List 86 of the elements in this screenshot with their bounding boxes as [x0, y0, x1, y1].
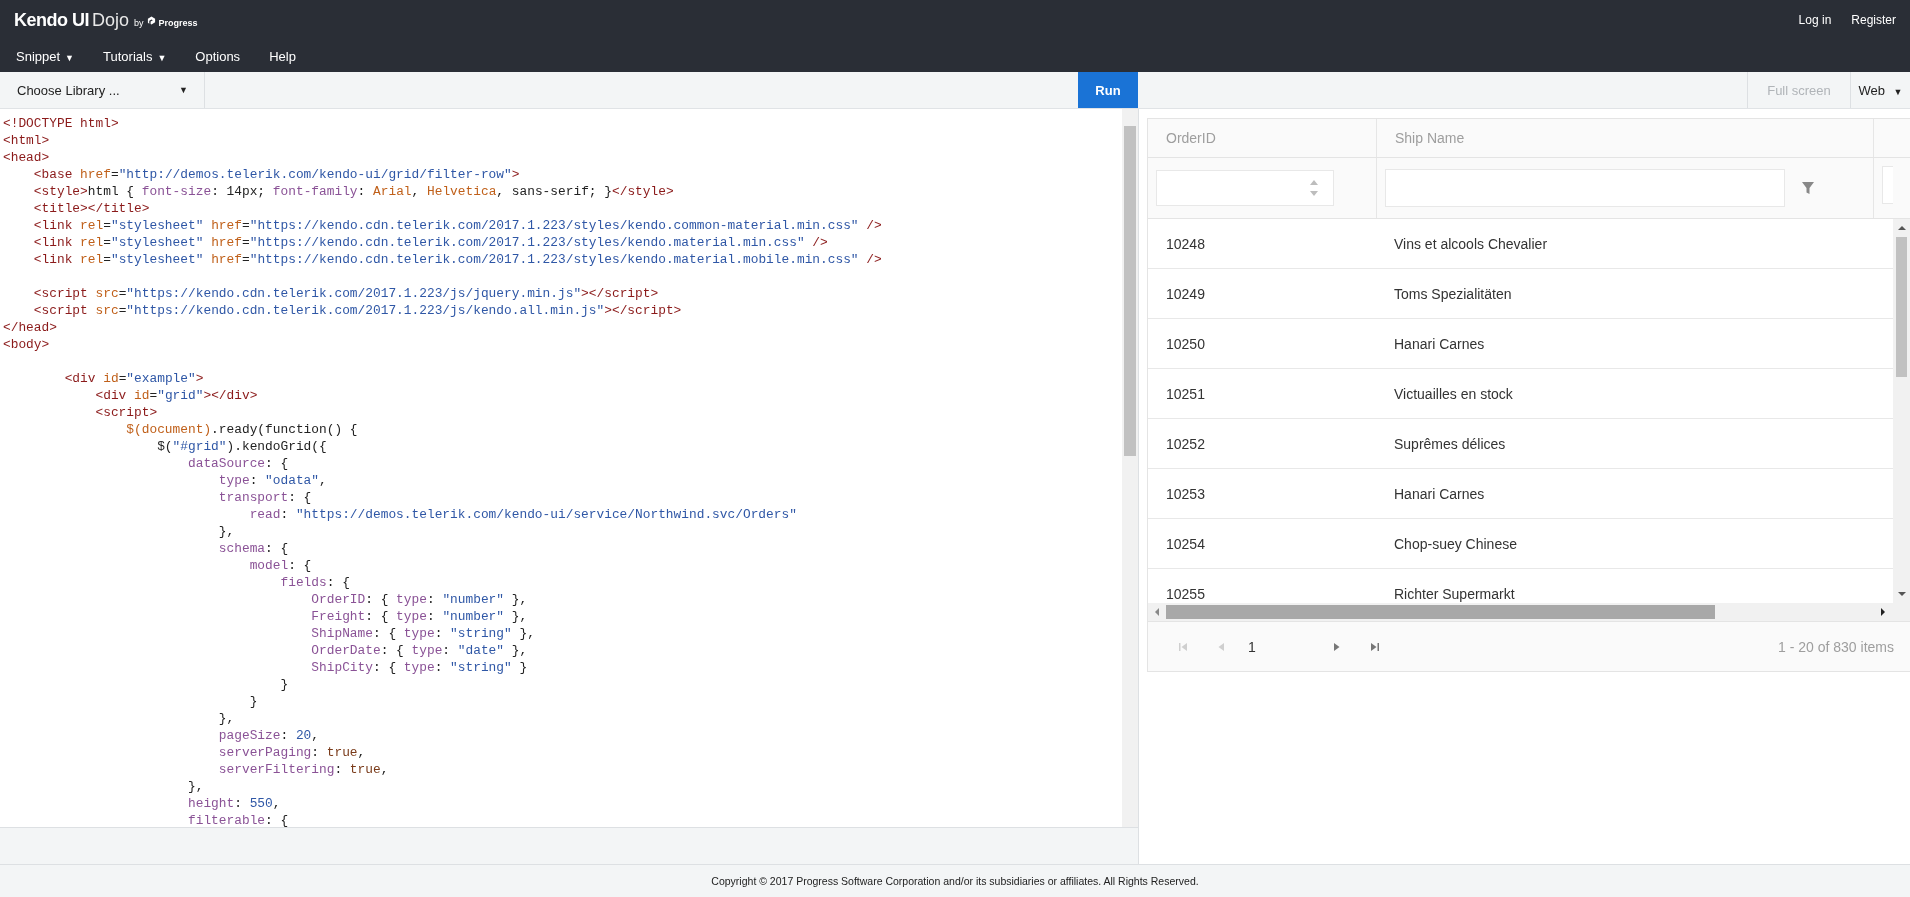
code-line: Freight: { type: "number" }, — [310, 608, 529, 625]
table-cell-text: Toms Spezialitäten — [1393, 284, 1513, 304]
code-line: <script src="https://kendo.cdn.telerik.com/2017.1.223/js/jquery.min.js"></script> — [32, 285, 660, 302]
table-cell-text: 10251 — [1165, 384, 1206, 404]
company-logo-icon — [146, 15, 156, 25]
table-cell-text: Richter Supermarkt — [1393, 584, 1516, 603]
scrollbar[interactable] — [1122, 109, 1138, 827]
code-line: <div id="example"> — [63, 370, 205, 387]
code-line: <script> — [94, 404, 159, 421]
scroll-right-icon[interactable] — [1880, 608, 1886, 616]
code-line: }, — [217, 523, 236, 540]
table-cell-text: 10254 — [1165, 534, 1206, 554]
code-line: <html> — [3, 132, 51, 149]
code-line: } — [248, 693, 259, 710]
account-link[interactable]: Log in — [1798, 13, 1832, 27]
table-cell-text: Chop-suey Chinese — [1393, 534, 1518, 554]
number-filter-field[interactable] — [1156, 170, 1334, 206]
by-text: by — [134, 17, 144, 28]
code-line: $("#grid").kendoGrid({ — [156, 438, 328, 455]
code-line: pageSize: 20, — [217, 727, 321, 744]
view-dropdown[interactable]: Web ▼ — [1850, 72, 1910, 108]
code-line: <script src="https://kendo.cdn.telerik.com/2017.1.223/js/kendo.all.min.js"></script> — [32, 302, 683, 319]
code-line: $(document).ready(function() { — [125, 421, 359, 438]
code-line: height: 550, — [186, 795, 282, 812]
code-line: <style>html { font-size: 14px; font-family: Arial, Helvetica, sans-serif; }</style> — [32, 183, 675, 200]
code-line: </head> — [3, 319, 58, 336]
code-line: OrderID: { type: "number" }, — [310, 591, 529, 608]
scrollbar[interactable] — [1148, 603, 1910, 622]
code-line: schema: { — [217, 540, 290, 557]
code-line: <head> — [3, 149, 51, 166]
code-line: ShipCity: { type: "string" } — [310, 659, 529, 676]
code-line: <link rel="stylesheet" href="https://kendo.cdn.telerik.com/2017.1.223/styles/kendo.material.min.css" /> — [32, 234, 829, 251]
code-line: fields: { — [279, 574, 351, 591]
menu-item[interactable]: Options — [195, 48, 241, 64]
scrollbar-thumb[interactable] — [1166, 605, 1715, 619]
code-line: <link rel="stylesheet" href="https://kendo.cdn.telerik.com/2017.1.223/styles/kendo.common-material.min.css" /> — [32, 217, 883, 234]
scrollbar-thumb[interactable] — [1124, 126, 1136, 456]
code-line: <link rel="stylesheet" href="https://kendo.cdn.telerik.com/2017.1.223/styles/kendo.material.mobile.min.css" /> — [32, 251, 883, 268]
table-cell-text: Vins et alcools Chevalier — [1393, 234, 1549, 254]
table-cell-text: 10250 — [1165, 334, 1206, 354]
code-line: <body> — [3, 336, 51, 353]
code-line: OrderDate: { type: "date" }, — [310, 642, 529, 659]
pager-info: 1 - 20 of 830 items — [1778, 638, 1894, 655]
table-cell-text: 10253 — [1165, 484, 1206, 504]
page-number[interactable]: 1 — [1240, 638, 1318, 655]
code-line: <base href="http://demos.telerik.com/kendo-ui/grid/filter-row"> — [32, 166, 521, 183]
menu-item[interactable]: Tutorials ▼ — [103, 48, 167, 64]
scrollbar[interactable] — [1893, 219, 1910, 603]
logo-text: Kendo UI — [14, 9, 89, 31]
code-line: filterable: { — [186, 812, 290, 827]
table-cell-text: Victuailles en stock — [1393, 384, 1514, 404]
filter-icon[interactable] — [1801, 181, 1815, 195]
table-cell-text: Suprêmes délices — [1393, 434, 1507, 454]
code-line: model: { — [248, 557, 313, 574]
account-link[interactable]: Register — [1851, 13, 1896, 27]
code-line: transport: { — [217, 489, 313, 506]
menu-item[interactable]: Snippet ▼ — [16, 48, 74, 64]
copyright-text: Copyright © 2017 Progress Software Corporation and/or its subsidiaries or affiliates. All Rights Reserved. — [711, 875, 1199, 887]
library-dropdown[interactable]: Choose Library ... ▼ — [0, 72, 205, 108]
scroll-left-icon[interactable] — [1154, 608, 1160, 616]
table-cell-text: 10249 — [1165, 284, 1206, 304]
code-line: <div id="grid"></div> — [94, 387, 259, 404]
code-line: } — [279, 676, 290, 693]
code-line: <title></title> — [32, 200, 151, 217]
scroll-up-icon[interactable] — [1897, 225, 1906, 231]
code-line: dataSource: { — [186, 455, 290, 472]
code-line: serverPaging: true, — [217, 744, 367, 761]
table-cell-text: 10255 — [1165, 584, 1206, 603]
code-line: serverFiltering: true, — [217, 761, 390, 778]
run-button[interactable]: Run — [1078, 72, 1138, 108]
table-cell-text: Hanari Carnes — [1393, 334, 1486, 354]
code-line: <!DOCTYPE html> — [3, 115, 120, 132]
code-line: read: "https://demos.telerik.com/kendo-ui/service/Northwind.svc/Orders" — [248, 506, 798, 523]
company-name: Progress — [158, 17, 198, 28]
code-line: }, — [186, 778, 205, 795]
code-line: ShipName: { type: "string" }, — [310, 625, 536, 642]
code-editor[interactable] — [0, 109, 1138, 828]
code-line: type: "odata", — [217, 472, 328, 489]
menu-item[interactable]: Help — [269, 48, 296, 64]
product-name: Dojo — [92, 9, 130, 31]
table-cell-text: 10252 — [1165, 434, 1206, 454]
scrollbar-thumb[interactable] — [1896, 237, 1907, 377]
table-cell-text: Hanari Carnes — [1393, 484, 1486, 504]
code-line: }, — [217, 710, 236, 727]
table-cell-text: 10248 — [1165, 234, 1206, 254]
scroll-down-icon[interactable] — [1897, 591, 1906, 597]
